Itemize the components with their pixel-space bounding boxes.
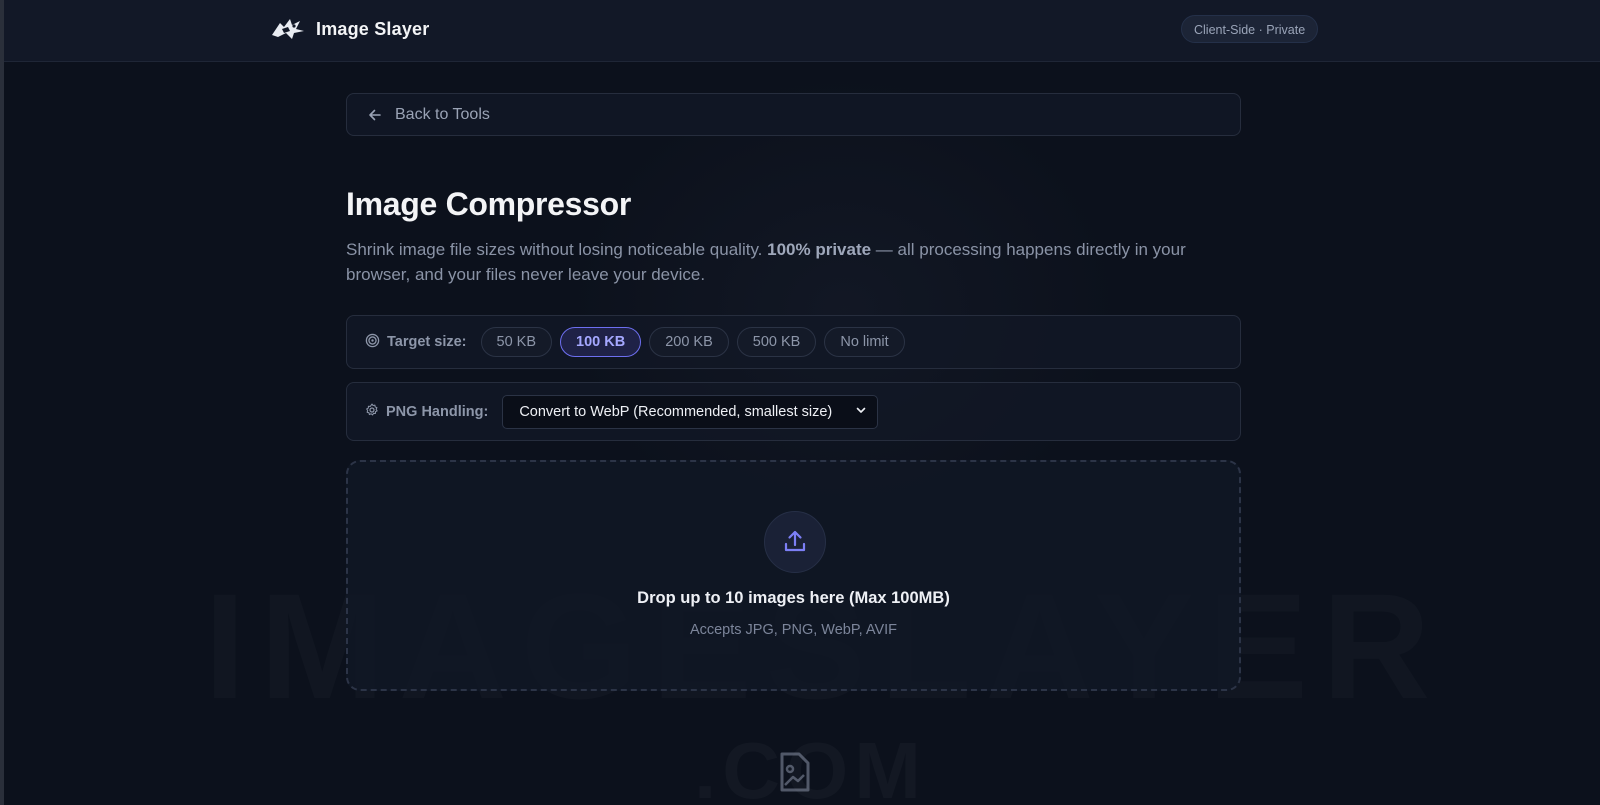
back-label: Back to Tools (395, 105, 490, 123)
dropzone-title: Drop up to 10 images here (Max 100MB) (637, 589, 950, 607)
png-handling-label-group: PNG Handling: (365, 403, 488, 421)
target-size-option-200kb[interactable]: 200 KB (649, 327, 729, 357)
dropzone-accepted-formats: Accepts JPG, PNG, WebP, AVIF (689, 622, 898, 638)
subtitle-text: Shrink image file sizes without losing n… (346, 240, 768, 259)
arrow-left-icon (367, 107, 383, 123)
brand-link[interactable]: Image Slayer (270, 16, 429, 42)
page-subtitle: Shrink image file sizes without losing n… (346, 237, 1236, 287)
top-header: Image Slayer Client-Side · Private (4, 0, 1600, 62)
gear-icon (365, 403, 379, 421)
image-dropzone[interactable]: Drop up to 10 images here (Max 100MB) Ac… (346, 460, 1241, 691)
target-size-label-group: Target size: (365, 333, 467, 352)
target-size-option-no-limit[interactable]: No limit (824, 327, 905, 357)
slayer-logo-icon (270, 16, 306, 42)
back-to-tools-button[interactable]: Back to Tools (346, 93, 1241, 136)
png-handling-select[interactable]: Convert to WebP (Recommended, smallest s… (502, 394, 879, 429)
chevron-down-icon (855, 404, 867, 420)
png-handling-label: PNG Handling: (386, 403, 489, 420)
privacy-badge: Client-Side · Private (1181, 15, 1319, 43)
upload-icon (764, 511, 826, 573)
png-handling-selected: Convert to WebP (Recommended, smallest s… (519, 403, 833, 420)
target-size-label: Target size: (387, 334, 467, 350)
image-file-icon (777, 752, 811, 792)
subtitle-emphasis: 100% private (767, 240, 872, 259)
target-size-panel: Target size: 50 KB 100 KB 200 KB 500 KB … (346, 315, 1241, 369)
main-content: Back to Tools Image Compressor Shrink im… (346, 93, 1241, 691)
app-window: IMAGESLAYER .COM Image Slayer Client-Sid… (0, 0, 1600, 805)
target-size-option-500kb[interactable]: 500 KB (736, 327, 817, 357)
target-size-options: 50 KB 100 KB 200 KB 500 KB No limit (480, 327, 905, 357)
page-title: Image Compressor (346, 186, 632, 222)
target-size-option-100kb[interactable]: 100 KB (560, 327, 642, 357)
target-size-option-50kb[interactable]: 50 KB (480, 327, 553, 357)
png-handling-panel: PNG Handling: Convert to WebP (Recommend… (346, 382, 1241, 441)
target-icon (365, 333, 380, 352)
brand-name: Image Slayer (316, 18, 430, 39)
